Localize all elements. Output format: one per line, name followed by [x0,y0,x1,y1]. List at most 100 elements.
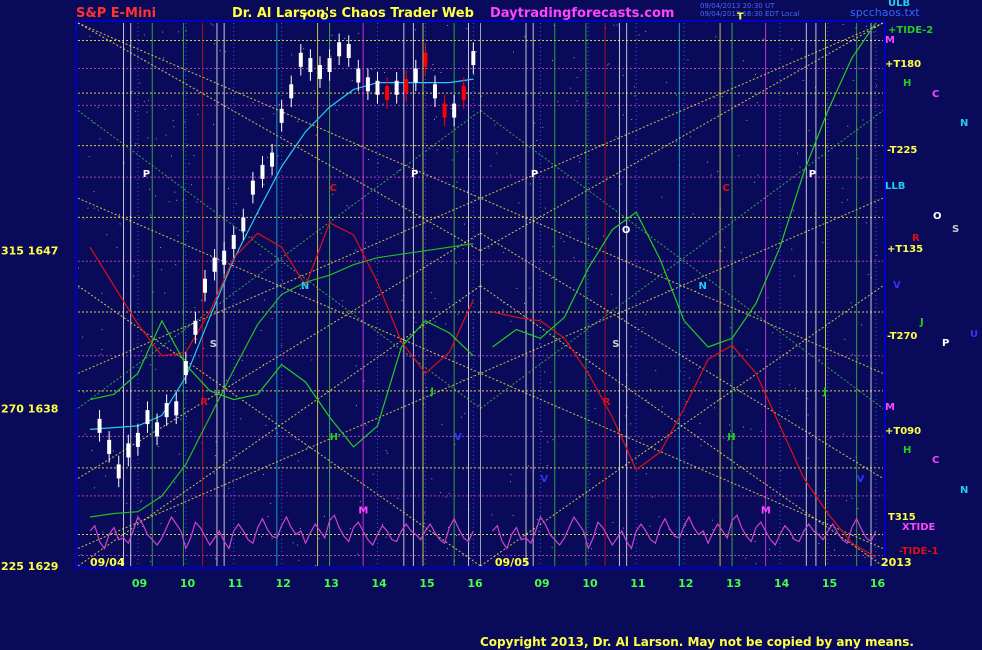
star-dot [178,453,180,455]
star-dot [860,178,862,180]
star-dot [356,405,357,407]
site-link[interactable]: Daytradingforecasts.com [490,6,674,21]
star-dot [631,119,633,120]
star-dot [303,48,305,50]
star-dot [503,251,505,253]
star-dot [714,407,716,409]
star-dot [436,149,438,151]
planet-marker-J: J [822,386,827,397]
price-bar-body [222,250,227,265]
star-dot [105,475,107,477]
star-dot [707,161,708,163]
right-label: O [933,211,942,222]
star-dot [262,118,264,120]
star-dot [661,196,663,198]
star-dot [93,487,95,489]
star-dot [313,107,314,109]
star-dot [857,158,859,160]
star-dot [846,500,847,502]
star-dot [106,234,108,236]
star-dot [580,69,582,71]
star-dot [194,307,196,309]
star-dot [638,34,640,36]
star-dot [740,252,742,254]
star-dot [547,441,549,443]
right-label: M [885,402,895,413]
star-dot [793,210,795,212]
price-bar-body [107,439,112,454]
price-bar-body [231,234,236,249]
star-dot [809,432,811,433]
star-dot [807,398,809,400]
star-dot [452,159,454,161]
star-dot [721,95,723,97]
star-dot [225,51,227,53]
star-dot [685,401,687,402]
star-dot [344,37,346,39]
star-dot [760,430,762,432]
star-dot [261,536,262,538]
diagonal-grid-line [77,22,481,252]
star-dot [464,413,466,415]
star-dot [174,511,176,513]
right-label: V [893,280,901,291]
star-dot [178,31,180,33]
right-label: H [903,78,911,89]
star-dot [187,231,189,233]
star-dot [676,141,677,143]
star-dot [807,457,809,459]
right-axis-labels: ULB+TIDE-2M+T180HCN-T225LLBOSR+T135VJ-T2… [885,0,978,557]
hour-tick-label: 10 [180,577,196,590]
star-dot [213,124,214,126]
star-dot [143,34,145,36]
star-dot [212,24,214,26]
star-dot [150,560,151,562]
hour-tick-label: 14 [774,577,790,590]
star-dot [717,170,719,172]
star-dot [795,387,796,389]
star-dot [234,451,236,453]
star-dot [850,302,852,304]
price-bar-body [289,84,294,99]
star-dot [755,563,757,565]
star-dot [857,358,859,360]
star-dot [873,31,875,33]
star-dot [392,40,393,42]
star-dot [510,320,512,322]
star-dot [851,497,853,499]
star-dot [524,302,526,304]
star-dot [712,529,714,531]
chart-author-title: Dr. Al Larson's Chaos Trader Web [232,6,474,21]
star-dot [552,60,553,61]
star-dot [529,287,531,289]
star-dot [818,359,820,361]
price-bar-body [471,51,476,66]
star-dot [292,542,294,544]
star-dot [259,254,261,256]
star-dot [658,516,660,518]
star-dot [667,110,669,111]
price-bar-body [308,58,313,73]
hour-tick-label: 15 [419,577,434,590]
hour-tick-label: 16 [870,577,886,590]
star-dot [426,387,428,389]
star-dot [786,410,788,412]
star-dot [141,350,143,352]
hour-tick-label: 09 [132,577,147,590]
star-dot [99,138,101,140]
planet-marker-H: H [330,432,338,443]
hour-tick-label: 16 [467,577,483,590]
star-dot [594,407,596,409]
star-dot [371,68,373,70]
star-dot [794,275,796,277]
star-dot [834,549,835,551]
star-dot [299,528,301,530]
star-dot [239,531,241,533]
star-dot [527,465,529,467]
star-dot [141,500,143,502]
price-bar-body [183,361,188,376]
star-dot [298,559,300,561]
star-dot [860,68,862,69]
star-dot [720,250,722,252]
star-dot [852,353,854,355]
